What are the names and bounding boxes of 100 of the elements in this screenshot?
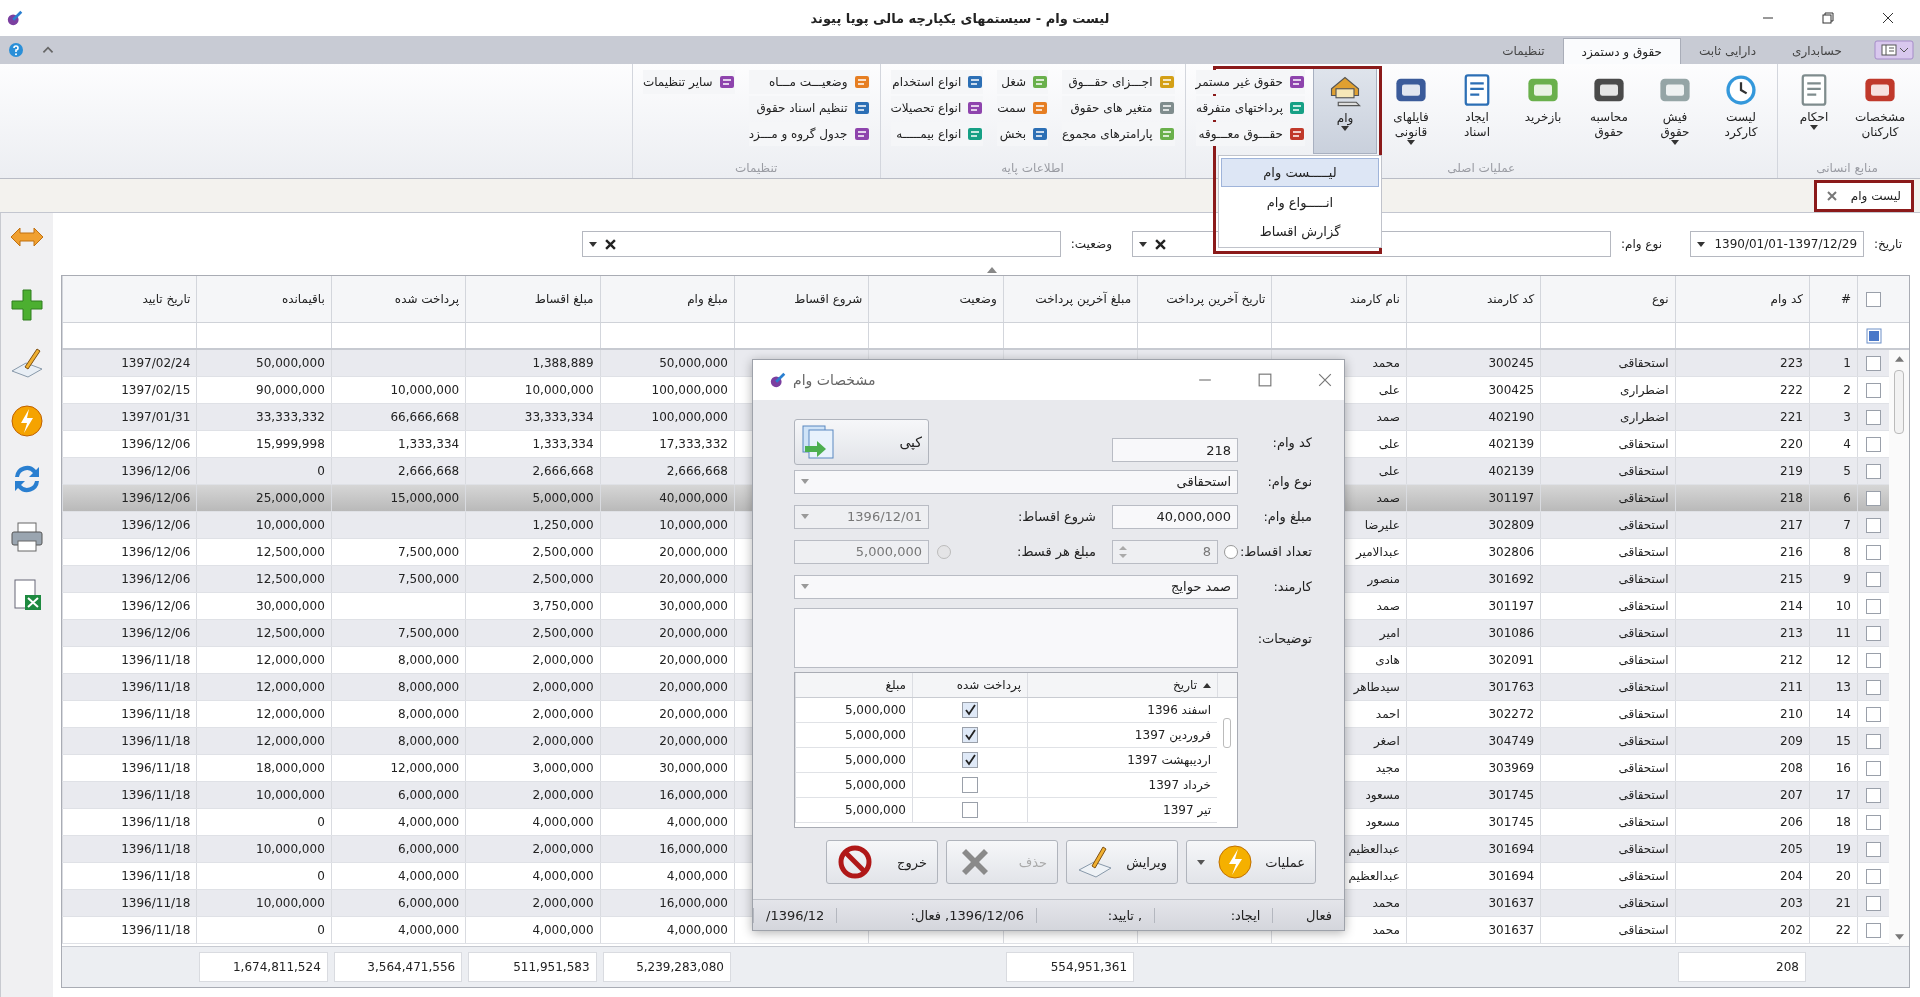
table-cell: 20,000,000 (659, 545, 728, 559)
table-cell: 208 (1780, 761, 1803, 775)
table-cell: 2,666,668 (666, 464, 728, 478)
table-cell: استحقاقی (1618, 680, 1669, 694)
table-cell: 1396/11/18 (121, 842, 191, 856)
table-cell: 1396/12/06 (121, 572, 191, 586)
table-cell: 301197 (1488, 599, 1535, 613)
table-cell: استحقاقی (1618, 464, 1669, 478)
table-cell: 6 (1843, 491, 1851, 505)
table-cell: 301763 (1488, 680, 1535, 694)
table-cell: استحقاقی (1618, 761, 1669, 775)
table-cell: استحقاقی (1618, 545, 1669, 559)
table-cell: 205 (1780, 842, 1803, 856)
table-cell: 223 (1780, 356, 1803, 370)
ribbon-group-label: عملیات اصلی (1447, 161, 1516, 175)
table-cell: 5,000,000 (795, 798, 912, 822)
table-cell: 1,333,334 (398, 437, 460, 451)
table-cell: صمد (1376, 410, 1400, 424)
table-cell: 302809 (1488, 518, 1535, 532)
field-label: مبلغ وام: (1262, 509, 1313, 524)
table-cell: احمد (1375, 707, 1400, 721)
table-cell: 1396/11/18 (121, 788, 191, 802)
tab-label: لیست وام (1850, 188, 1901, 203)
table-cell: 12,500,000 (256, 572, 325, 586)
table-cell: 100,000,000 (651, 410, 728, 424)
table-cell: 10,000,000 (256, 896, 325, 910)
table-cell: 20 (1835, 869, 1851, 883)
window-title: لیست وام - سیستمهای یکپارچه مالی پویا پیوند (810, 10, 1110, 26)
table-cell: عبدالعظیم (1348, 869, 1400, 883)
table-cell: 12,000,000 (390, 761, 460, 775)
table-cell: 301086 (1488, 626, 1535, 640)
table-cell: 301745 (1488, 788, 1535, 802)
table-cell: 1396/11/18 (121, 815, 191, 829)
table-cell: 220 (1780, 437, 1803, 451)
table-cell: فروردین 1397 (1027, 723, 1217, 747)
total-cell: 5,239,283,080 (602, 952, 731, 982)
table-cell: اردیبهشت 1397 (1027, 748, 1217, 772)
table-cell: 5,000,000 (532, 491, 594, 505)
table-cell: 10,000,000 (256, 788, 325, 802)
filter-label: وضعیت: (1070, 237, 1112, 251)
table-cell: 4,000,000 (532, 815, 594, 829)
table-cell: 1396/11/18 (121, 680, 191, 694)
table-cell: استحقاقی (1618, 734, 1669, 748)
table-cell: 0 (317, 923, 325, 937)
table-cell: 6,000,000 (398, 842, 460, 856)
table-cell: استحقاقی (1618, 842, 1669, 856)
status-text: ایجاد: (1154, 907, 1273, 923)
table-cell: مجید (1375, 761, 1400, 775)
table-cell: استحقاقی (1618, 815, 1669, 829)
status-text: فعال (1272, 907, 1344, 923)
table-cell: 19 (1835, 842, 1851, 856)
table-cell: 17,333,332 (659, 437, 728, 451)
table-cell: 209 (1780, 734, 1803, 748)
table-cell: صمد (1376, 599, 1400, 613)
total-cell: 1,674,811,524 (199, 952, 328, 982)
table-cell: 25,000,000 (256, 491, 325, 505)
table-cell: 5,000,000 (795, 698, 912, 722)
table-cell: 1396/11/18 (121, 923, 191, 937)
table-cell: 33,333,332 (256, 410, 325, 424)
table-cell: 15,999,998 (256, 437, 325, 451)
table-cell: 302272 (1488, 707, 1535, 721)
table-cell: 10,000,000 (256, 518, 325, 532)
table-cell: 14 (1835, 707, 1851, 721)
table-cell: 16,000,000 (659, 896, 728, 910)
table-cell: 218 (1780, 491, 1803, 505)
table-cell: 16,000,000 (659, 788, 728, 802)
table-cell: محمد (1372, 923, 1400, 937)
table-cell: 212 (1780, 653, 1803, 667)
table-cell: 30,000,000 (256, 599, 325, 613)
table-cell: 2,000,000 (532, 896, 594, 910)
table-cell: 6,000,000 (398, 788, 460, 802)
table-cell: 1396/12/06 (121, 437, 191, 451)
table-cell: 214 (1780, 599, 1803, 613)
field-label: کد وام: (1271, 434, 1313, 450)
table-cell: 1396/11/18 (121, 896, 191, 910)
table-cell: هادی (1375, 653, 1400, 667)
table-cell: 8,000,000 (398, 653, 460, 667)
table-cell: استحقاقی (1618, 707, 1669, 721)
table-cell: 2,500,000 (532, 545, 594, 559)
table-cell: 10,000,000 (524, 383, 594, 397)
table-cell: 4,000,000 (398, 815, 460, 829)
table-cell: 301694 (1488, 869, 1535, 883)
table-cell: صمد (1376, 491, 1400, 505)
total-cell: 3,564,471,556 (333, 952, 463, 982)
field-label: تعداد اقساط: (1238, 544, 1313, 559)
table-cell: 1397/01/31 (121, 410, 191, 424)
table-cell: 1396/11/18 (121, 707, 191, 721)
table-cell: 4,000,000 (666, 923, 728, 937)
table-cell: محمد (1372, 896, 1400, 910)
table-cell: 2,500,000 (532, 626, 594, 640)
table-cell: 303969 (1488, 761, 1535, 775)
table-cell: استحقاقی (1618, 653, 1669, 667)
table-cell: 7,500,000 (398, 572, 460, 586)
table-cell: 0 (317, 869, 325, 883)
table-cell: 7,500,000 (398, 545, 460, 559)
table-cell: استحقاقی (1618, 923, 1669, 937)
table-cell: 1396/12/06 (121, 545, 191, 559)
table-cell: 4,000,000 (532, 923, 594, 937)
table-cell: 33,333,334 (524, 410, 594, 424)
table-cell: اضطراری (1620, 410, 1669, 424)
